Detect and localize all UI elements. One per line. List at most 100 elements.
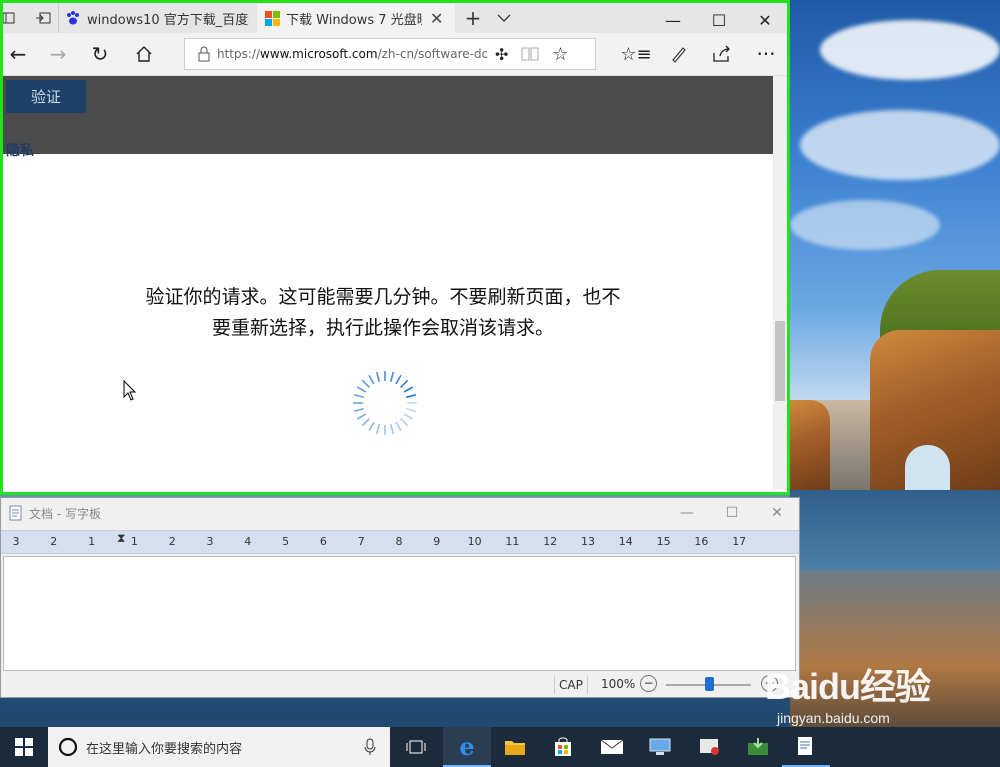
verify-button[interactable]: 验证 <box>6 80 86 113</box>
ruler-tick: 12 <box>543 535 558 548</box>
set-aside-tabs-button[interactable] <box>28 3 58 33</box>
tabs-icon <box>2 12 15 24</box>
spinner-dash <box>403 413 414 420</box>
address-bar[interactable]: https://www.microsoft.com/zh-cn/software… <box>184 38 596 70</box>
indent-marker-icon[interactable]: ⧗ <box>117 531 125 546</box>
ruler-tick: 2 <box>168 535 176 548</box>
zoom-slider-thumb[interactable] <box>704 677 714 691</box>
tab-preview-button[interactable] <box>490 3 518 33</box>
tab-windows7-download[interactable]: 下载 Windows 7 光盘映 ✕ <box>257 3 455 33</box>
ruler-tick: 8 <box>395 535 403 548</box>
spinner-dash <box>395 421 402 432</box>
more-button[interactable]: ··· <box>748 39 784 69</box>
more-dots-icon: ··· <box>756 42 776 66</box>
scroll-thumb[interactable] <box>775 321 785 401</box>
favorite-star-icon[interactable]: ☆ <box>552 44 568 65</box>
close-icon: ✕ <box>771 505 783 521</box>
page-scrollbar[interactable] <box>773 76 787 489</box>
favorites-hub-button[interactable]: ☆≡ <box>618 39 654 69</box>
ruler-tick: 10 <box>467 535 482 548</box>
spinner-dash <box>406 407 417 413</box>
navigation-bar: ← → ↻ https://www.microsoft.com/zh-cn/so… <box>0 33 787 76</box>
extension-puzzle-icon[interactable]: ✣ <box>495 45 508 64</box>
arrow-right-icon: → <box>49 42 67 66</box>
url-path: /zh-cn/software-dow <box>377 47 487 61</box>
media-window-icon <box>700 739 719 755</box>
taskbar-store[interactable] <box>539 727 587 767</box>
spinner-dash <box>399 417 409 427</box>
start-button[interactable] <box>0 727 48 767</box>
minimize-button[interactable]: — <box>650 6 696 34</box>
close-tab-icon[interactable]: ✕ <box>430 9 443 28</box>
spinner-dash <box>353 393 364 399</box>
home-button[interactable] <box>126 39 162 69</box>
share-icon <box>713 45 730 62</box>
ruler-tick: 11 <box>505 535 520 548</box>
ruler-tick: 9 <box>433 535 441 548</box>
tab-label: windows10 官方下载_百度搜 <box>87 12 249 28</box>
web-note-button[interactable] <box>661 39 697 69</box>
spinner-dash <box>361 417 371 427</box>
close-window-button[interactable]: ✕ <box>742 6 788 34</box>
spinner-dash <box>368 421 375 432</box>
tab-baidu-search[interactable]: windows10 官方下载_百度搜 <box>58 3 256 33</box>
ruler-tick: 1 <box>130 535 138 548</box>
tab-label: 下载 Windows 7 光盘映 <box>286 12 422 28</box>
back-button[interactable]: ← <box>0 39 36 69</box>
paw-icon <box>67 11 79 25</box>
document-editor[interactable] <box>3 556 796 671</box>
spinner-dash <box>389 371 395 382</box>
ruler[interactable]: 3 2 1 1 2 3 4 5 6 7 8 9 10 11 12 13 14 15 16 17 ⧗ <box>1 530 799 554</box>
minimize-icon: — <box>665 10 681 30</box>
minus-icon: − <box>643 676 654 690</box>
wordpad-maximize-button[interactable]: ☐ <box>710 500 754 526</box>
arrow-left-icon: ← <box>9 42 27 66</box>
wordpad-minimize-button[interactable]: — <box>665 500 709 526</box>
url-domain: www.microsoft.com <box>260 47 378 61</box>
ruler-tick: 1 <box>88 535 96 548</box>
task-view-button[interactable] <box>392 727 440 767</box>
spinner-dash <box>399 379 409 389</box>
spinner-dash <box>406 393 417 399</box>
tab-list-button[interactable] <box>0 3 28 33</box>
taskbar-mail[interactable] <box>588 727 636 767</box>
taskbar-file-explorer[interactable] <box>491 727 539 767</box>
taskbar-search-box[interactable]: 在这里输入你要搜索的内容 <box>48 727 390 767</box>
search-placeholder: 在这里输入你要搜索的内容 <box>86 741 243 757</box>
close-icon: ✕ <box>758 10 772 30</box>
url-scheme: https:// <box>217 47 261 61</box>
chevron-down-icon <box>497 14 511 22</box>
wordpad-status-bar: CAP 100% − + <box>1 673 799 697</box>
taskbar-media-app[interactable] <box>686 727 734 767</box>
caps-indicator: CAP <box>554 676 588 694</box>
download-window-icon <box>748 738 768 755</box>
web-page-content: 验证 隐私 验证你的请求。这可能需要几分钟。不要刷新页面，也不 要重新选择，执行… <box>3 76 773 489</box>
wordpad-close-button[interactable]: ✕ <box>755 500 799 526</box>
new-tab-button[interactable]: + <box>458 3 488 33</box>
ruler-tick: 6 <box>319 535 327 548</box>
spinner-dash <box>375 371 381 382</box>
zoom-level: 100% <box>601 677 636 691</box>
baidu-jingyan-watermark: Baidu经验 jingyan.baidu.com <box>765 658 1000 738</box>
forward-button[interactable]: → <box>40 39 76 69</box>
task-view-icon <box>406 740 426 754</box>
privacy-link[interactable]: 隐私 <box>6 140 34 160</box>
maximize-icon: ☐ <box>711 10 727 30</box>
reading-view-icon[interactable] <box>520 46 540 62</box>
ruler-tick: 4 <box>244 535 252 548</box>
share-button[interactable] <box>704 39 740 69</box>
windows-logo-icon <box>265 10 280 26</box>
edge-icon: e <box>459 731 475 761</box>
taskbar-edge[interactable]: e <box>443 727 491 767</box>
loading-spinner-icon <box>353 371 417 435</box>
zoom-out-button[interactable]: − <box>640 675 657 692</box>
taskbar-network-app[interactable] <box>636 727 684 767</box>
spinner-dash <box>361 379 371 389</box>
refresh-button[interactable]: ↻ <box>82 39 118 69</box>
store-bag-icon <box>555 737 571 756</box>
maximize-button[interactable]: ☐ <box>696 6 742 34</box>
wordpad-window: 文档 - 写字板 — ☐ ✕ 3 2 1 1 2 3 4 5 6 7 8 9 10 11 12 13 14 15 1… <box>0 497 800 698</box>
microphone-icon[interactable] <box>364 738 376 756</box>
spinner-dash <box>403 386 414 393</box>
spinner-dash <box>395 374 402 385</box>
